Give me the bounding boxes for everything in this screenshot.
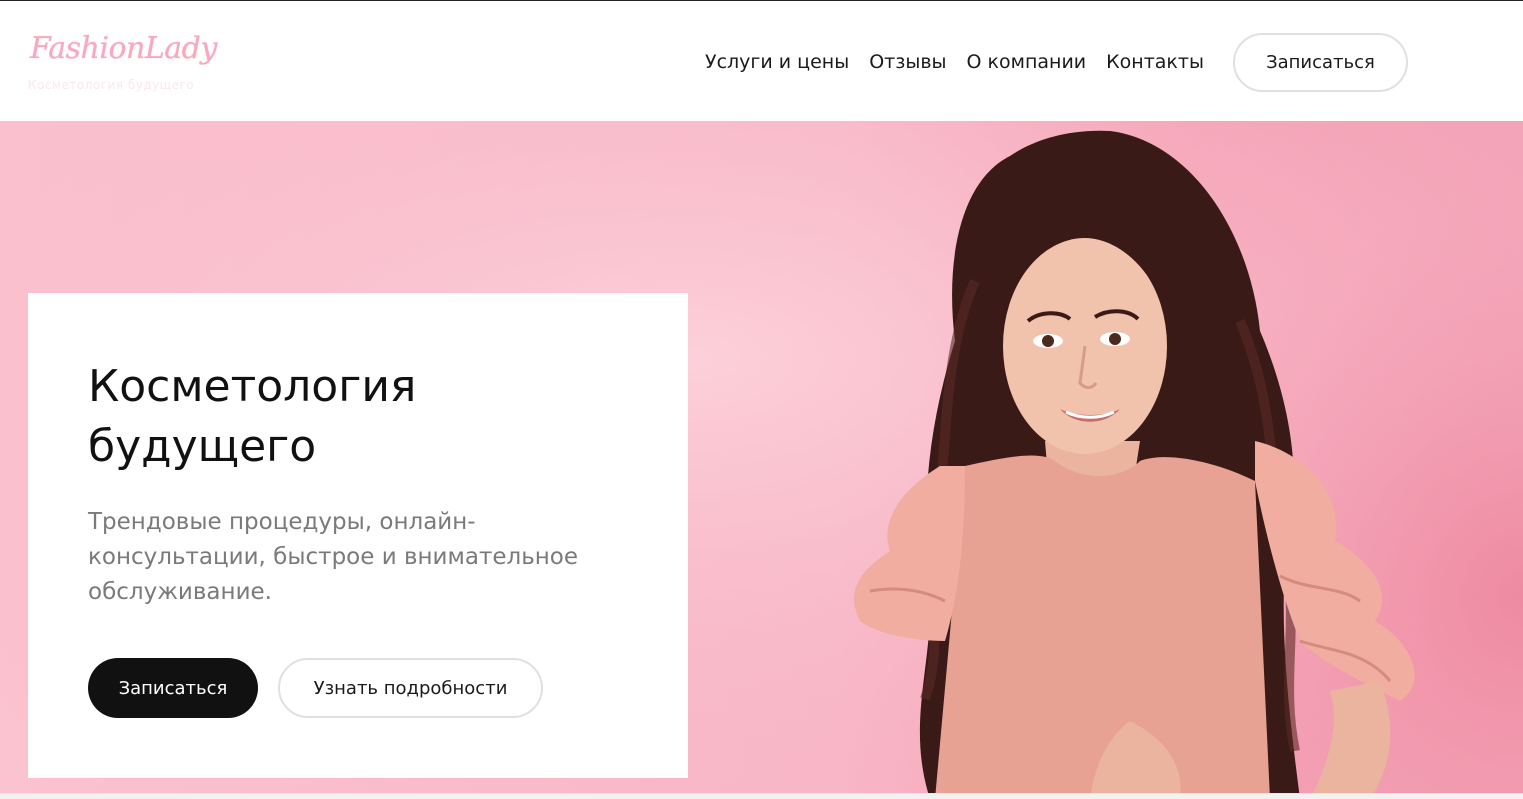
- logo[interactable]: FashionLady Косметология будущего: [28, 29, 228, 95]
- bottom-scrollbar: [0, 793, 1523, 799]
- hero-card: Косметология будущего Трендовые процедур…: [28, 293, 688, 778]
- logo-wordmark: FashionLady: [30, 31, 217, 66]
- logo-tagline: Косметология будущего: [28, 78, 195, 92]
- nav-link-contacts[interactable]: Контакты: [1106, 49, 1204, 75]
- header-signup-button[interactable]: Записаться: [1233, 33, 1408, 92]
- nav-link-about[interactable]: О компании: [967, 49, 1087, 75]
- landing-page: FashionLady Косметология будущего Услуги…: [0, 0, 1523, 799]
- site-header: FashionLady Косметология будущего Услуги…: [0, 0, 1523, 121]
- main-nav: Услуги и цены Отзывы О компании Контакты: [705, 49, 1204, 75]
- nav-link-services[interactable]: Услуги и цены: [705, 49, 849, 75]
- hero-learn-more-button[interactable]: Узнать подробности: [278, 658, 543, 718]
- hero-title: Косметология будущего: [88, 361, 417, 472]
- hero-description: Трендовые процедуры, онлайн-консультации…: [88, 509, 579, 605]
- hero-signup-button[interactable]: Записаться: [88, 658, 258, 718]
- hero-section: Косметология будущего Трендовые процедур…: [0, 121, 1523, 799]
- nav-link-reviews[interactable]: Отзывы: [869, 49, 946, 75]
